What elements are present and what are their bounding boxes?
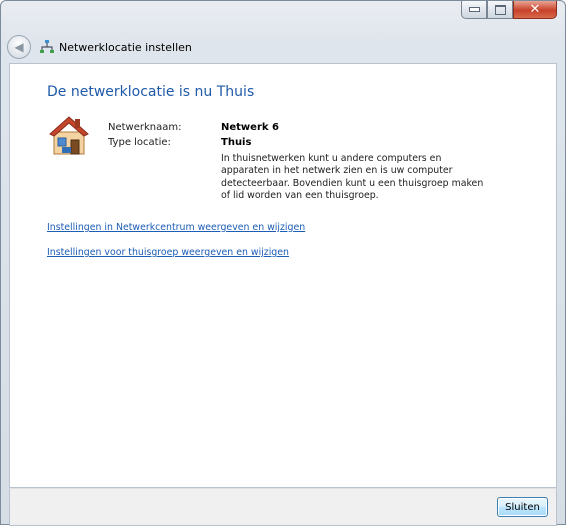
maximize-icon bbox=[494, 4, 506, 15]
network-name-value: Netwerk 6 bbox=[221, 122, 279, 133]
close-icon: ✕ bbox=[529, 2, 541, 17]
location-description: In thuisnetwerken kunt u andere computer… bbox=[221, 153, 484, 201]
caption-buttons: ✕ bbox=[461, 1, 557, 19]
location-type-value: Thuis bbox=[221, 137, 252, 148]
close-window-button[interactable]: ✕ bbox=[513, 1, 557, 19]
content-area: De netwerklocatie is nu Thuis Netwerknaa… bbox=[9, 63, 557, 488]
window-title: Netwerklocatie instellen bbox=[59, 40, 192, 54]
close-button[interactable]: Sluiten bbox=[497, 497, 548, 517]
back-arrow-icon: ◀ bbox=[14, 40, 24, 54]
network-center-link[interactable]: Instellingen in Netwerkcentrum weergeven… bbox=[47, 222, 305, 233]
network-icon bbox=[40, 40, 54, 53]
footer-bar: Sluiten bbox=[9, 488, 557, 526]
page-heading: De netwerklocatie is nu Thuis bbox=[47, 84, 255, 100]
nav-bar: ◀ Netwerklocatie instellen bbox=[7, 35, 192, 59]
back-button[interactable]: ◀ bbox=[7, 35, 31, 59]
title-bar[interactable]: ✕ ◀ Netwerklocatie instellen bbox=[1, 1, 565, 61]
home-network-icon bbox=[49, 116, 89, 155]
location-type-label: Type locatie: bbox=[108, 137, 171, 148]
minimize-button[interactable] bbox=[461, 1, 487, 19]
homegroup-settings-link[interactable]: Instellingen voor thuisgroep weergeven e… bbox=[47, 247, 289, 258]
minimize-icon bbox=[468, 7, 480, 12]
dialog-window: ✕ ◀ Netwerklocatie instellen De netwerkl… bbox=[0, 0, 566, 526]
network-name-label: Netwerknaam: bbox=[108, 122, 182, 133]
maximize-button[interactable] bbox=[487, 1, 513, 19]
